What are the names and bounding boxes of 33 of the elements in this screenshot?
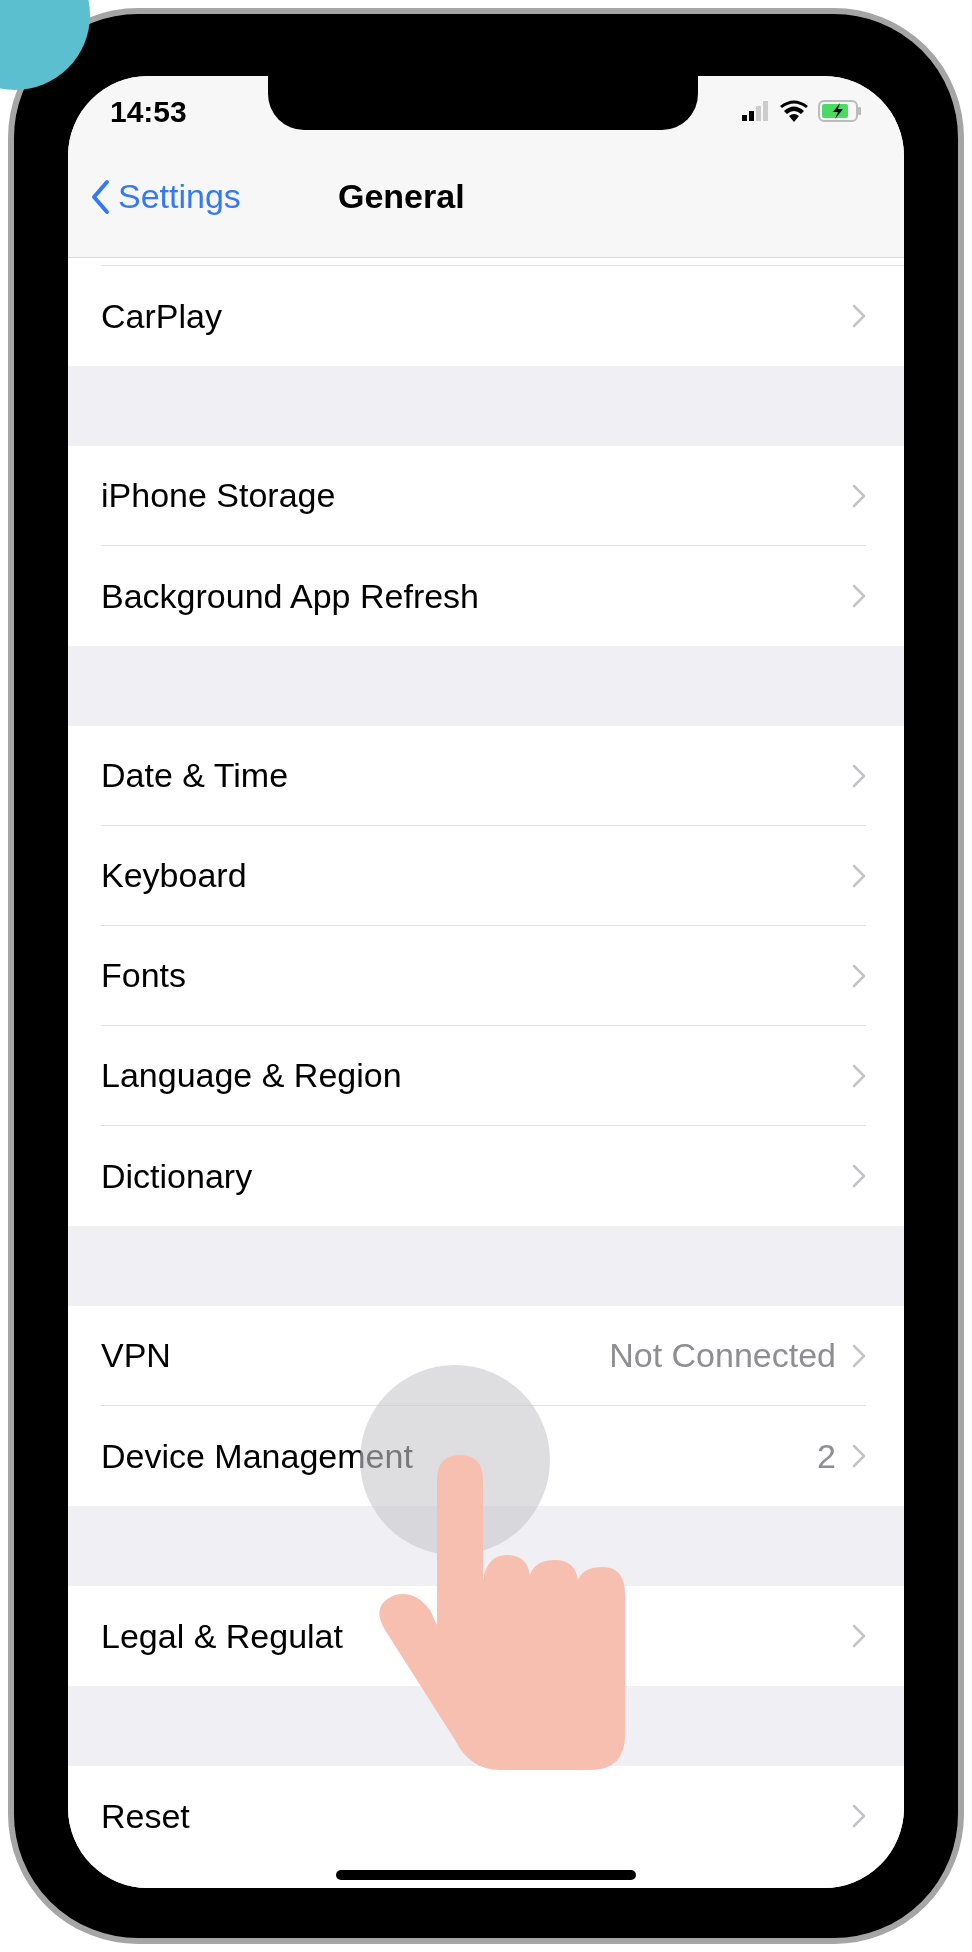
row-label: Dictionary: [101, 1155, 254, 1197]
row-label: Reset: [101, 1795, 191, 1837]
chevron-icon: [852, 483, 866, 508]
chevron-icon: [852, 763, 866, 788]
chevron-icon: [852, 1164, 866, 1188]
chevron-icon: [852, 1444, 866, 1468]
row-value: Not Connected: [609, 1335, 836, 1376]
wifi-icon: [780, 100, 808, 122]
row-label: Background App Refresh: [101, 575, 481, 617]
back-button[interactable]: Settings: [68, 171, 241, 222]
battery-icon: [818, 100, 862, 122]
row-label: Device Management: [101, 1435, 414, 1477]
row-label: CarPlay: [101, 295, 223, 337]
chevron-icon: [852, 863, 866, 888]
row-label: Language & Region: [101, 1055, 403, 1096]
row-label: iPhone Storage: [101, 475, 337, 516]
row-label: Legal & Regulat: [101, 1615, 344, 1657]
row-value: 2: [817, 1435, 836, 1477]
row-label: Keyboard: [101, 855, 248, 896]
chevron-icon: [852, 1804, 866, 1828]
clock-time: 14:53: [110, 93, 187, 130]
row-label: Fonts: [101, 955, 188, 996]
chevron-icon: [852, 304, 866, 328]
chevron-icon: [852, 584, 866, 608]
back-chevron-icon: [90, 178, 110, 215]
row-label: Date & Time: [101, 755, 290, 796]
nav-title: General: [338, 176, 465, 217]
chevron-icon: [852, 1624, 866, 1648]
chevron-icon: [852, 963, 866, 988]
signal-icon: [742, 101, 770, 121]
row-label: VPN: [101, 1335, 172, 1376]
chevron-icon: [852, 1343, 866, 1368]
chevron-icon: [852, 1063, 866, 1088]
